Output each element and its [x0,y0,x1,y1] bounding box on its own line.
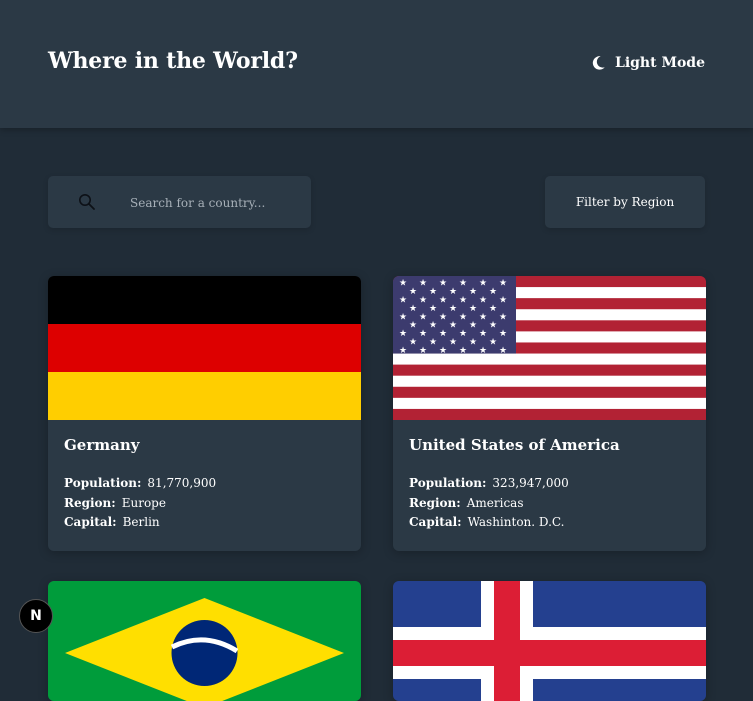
page-title: Where in the World? [48,48,298,74]
population-label: Population: [64,476,142,490]
search-input[interactable] [128,176,307,230]
svg-text:★: ★ [459,279,467,289]
svg-text:★: ★ [489,338,497,348]
svg-text:★: ★ [479,279,487,289]
nextjs-logo-icon[interactable]: N [19,599,53,633]
country-card-brazil[interactable] [48,581,361,701]
flag-usa-icon: ★ ★ ★ ★ ★ ★★ ★ ★ ★ ★★ ★ ★ ★ ★ ★★ ★ ★ ★ ★★ ★ ★ ★ ★ ★★ ★ ★ ★ ★★ ★ ★ ★ ★ ★★… [393,276,706,420]
svg-text:★: ★ [479,295,487,305]
dev-badge-letter: N [30,608,42,624]
svg-text:★: ★ [469,304,477,314]
country-card-usa[interactable]: ★ ★ ★ ★ ★ ★ ★ ★ ★ ★ ★ ★ ★ ★ ★ ★ ★ ★ ★ ★ ★ ★ ★ ★ ★ ★ ★ ★ ★ ★ ★ ★ ★ ★ ★ ★ ★ ★ ★ ★… [393,276,706,551]
country-card-germany[interactable]: Germany Population: 81,770,900 Region: Eur… [48,276,361,551]
population-row: Population: 323,947,000 [409,474,690,494]
svg-text:★: ★ [439,312,447,322]
svg-text:★: ★ [459,295,467,305]
svg-text:★: ★ [429,304,437,314]
svg-text:★: ★ [449,321,457,331]
region-label: Region: [64,495,116,510]
capital-row: Capital: Berlin [64,513,345,533]
country-name: Germany [64,436,140,454]
region-value: Americas [466,495,524,510]
population-value: 81,770,900 [147,476,217,490]
svg-text:★: ★ [399,295,407,305]
svg-text:★: ★ [419,295,427,305]
population-label: Population: [409,476,487,490]
moon-icon [589,54,607,72]
svg-text:★: ★ [469,338,477,348]
search-box[interactable] [48,176,311,230]
theme-toggle-label: Light Mode [614,55,705,71]
flag-germany-icon [48,276,361,420]
svg-text:★: ★ [459,312,467,322]
svg-text:★: ★ [399,312,407,322]
app-header: Where in the World? Light Mode [0,0,753,128]
svg-text:★: ★ [449,287,457,297]
svg-text:★: ★ [469,287,477,297]
svg-text:★: ★ [459,346,467,356]
country-name: United States of America [409,436,620,454]
capital-row: Capital: Washinton. D.C. [409,513,690,533]
svg-text:★: ★ [479,346,487,356]
svg-text:★: ★ [439,329,447,339]
region-label: Region: [409,495,461,510]
svg-text:★: ★ [499,295,507,305]
svg-text:★: ★ [489,287,497,297]
svg-text:★: ★ [419,312,427,322]
svg-text:★: ★ [499,329,507,339]
svg-text:★: ★ [469,321,477,331]
svg-text:★: ★ [409,338,417,348]
population-value: 323,947,000 [492,476,569,490]
svg-text:★: ★ [429,321,437,331]
flag-brazil-icon [48,581,361,701]
svg-text:★: ★ [399,279,407,289]
svg-text:★: ★ [499,279,507,289]
region-filter-dropdown[interactable]: Filter by Region [545,176,705,228]
svg-text:★: ★ [439,295,447,305]
svg-text:★: ★ [399,346,407,356]
svg-text:★: ★ [489,321,497,331]
svg-text:★: ★ [429,287,437,297]
population-row: Population: 81,770,900 [64,474,345,494]
region-filter-label: Filter by Region [575,195,675,209]
region-row: Region: Americas [409,494,690,514]
svg-text:★: ★ [499,346,507,356]
capital-label: Capital: [409,515,462,529]
svg-text:★: ★ [409,287,417,297]
svg-text:★: ★ [419,279,427,289]
svg-text:★: ★ [499,312,507,322]
svg-text:★: ★ [479,329,487,339]
search-icon [78,193,96,215]
svg-text:★: ★ [399,329,407,339]
capital-label: Capital: [64,515,117,529]
svg-text:★: ★ [459,329,467,339]
country-card-iceland[interactable] [393,581,706,701]
svg-text:★: ★ [429,338,437,348]
svg-text:★: ★ [439,279,447,289]
svg-text:★: ★ [449,338,457,348]
svg-text:★: ★ [479,312,487,322]
svg-text:★: ★ [409,321,417,331]
svg-text:★: ★ [419,346,427,356]
svg-text:★: ★ [489,304,497,314]
flag-iceland-icon [393,581,706,701]
capital-value: Berlin [122,515,160,529]
region-value: Europe [121,495,166,510]
svg-text:★: ★ [449,304,457,314]
svg-text:★: ★ [419,329,427,339]
region-row: Region: Europe [64,494,345,514]
svg-text:★: ★ [409,304,417,314]
svg-text:★: ★ [439,346,447,356]
theme-toggle-button[interactable]: Light Mode [589,54,705,72]
capital-value: Washinton. D.C. [467,515,565,529]
